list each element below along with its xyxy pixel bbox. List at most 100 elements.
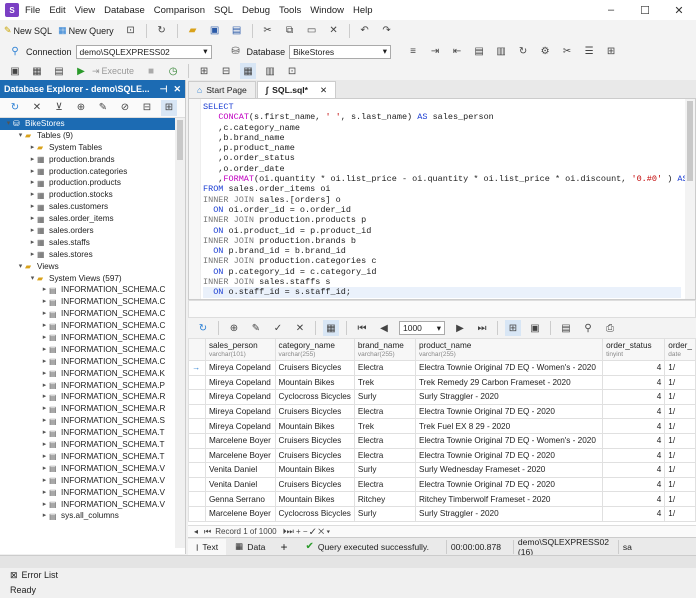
table-cell[interactable]: Mountain Bikes bbox=[274, 418, 355, 434]
table-cell[interactable]: Ritchey Timberwolf Frameset - 2020 bbox=[414, 491, 604, 507]
tree-item-view[interactable]: ▸ ▤ INFORMATION_SCHEMA.R bbox=[0, 391, 185, 403]
table-cell[interactable]: 4 bbox=[602, 491, 666, 507]
table-cell[interactable]: Cruisers Bicycles bbox=[274, 432, 355, 449]
tree-item-view[interactable]: ▸ ▤ INFORMATION_SCHEMA.T bbox=[0, 427, 185, 439]
cancel-icon[interactable]: ✕ bbox=[292, 320, 308, 336]
tree-item-view[interactable]: ▸ ▤ sys.all_columns bbox=[0, 510, 185, 522]
tree-item-view[interactable]: ▸ ▤ INFORMATION_SCHEMA.C bbox=[0, 344, 185, 356]
stop-icon[interactable]: ■ bbox=[143, 63, 159, 79]
tree-item-database[interactable]: ▾ ⛁ BikeStores bbox=[0, 118, 185, 130]
tree-folder-views[interactable]: ▾ ▰ Views bbox=[0, 261, 185, 273]
table-cell[interactable]: Trek Fuel EX 8 29 - 2020 bbox=[414, 418, 604, 434]
chevron-right-icon[interactable]: ▸ bbox=[28, 189, 37, 201]
column-header[interactable]: category_name varchar(255) bbox=[274, 338, 355, 361]
table-cell[interactable]: Venita Daniel bbox=[204, 462, 276, 478]
nav-icons[interactable]: ◂ bbox=[194, 527, 198, 536]
chevron-right-icon[interactable]: ▸ bbox=[40, 332, 49, 344]
undo-icon[interactable]: ↶ bbox=[357, 23, 373, 39]
table-cell[interactable]: 1/ bbox=[664, 491, 696, 507]
table-cell[interactable]: Cyclocross Bicycles bbox=[274, 505, 355, 522]
chevron-right-icon[interactable]: ▸ bbox=[40, 451, 49, 463]
table-cell[interactable]: Marcelene Boyer bbox=[204, 505, 276, 522]
tree-item-table[interactable]: ▸ ▦ production.brands bbox=[0, 154, 185, 166]
table-cell[interactable]: Mountain Bikes bbox=[274, 462, 355, 478]
chevron-right-icon[interactable]: ▸ bbox=[40, 427, 49, 439]
print-icon[interactable]: ⎙ bbox=[602, 320, 618, 336]
tree-item-view[interactable]: ▸ ▤ INFORMATION_SCHEMA.S bbox=[0, 415, 185, 427]
tree-item-table[interactable]: ▸ ▦ sales.customers bbox=[0, 201, 185, 213]
tree-item-table[interactable]: ▸ ▦ production.stocks bbox=[0, 189, 185, 201]
tree-item-view[interactable]: ▸ ▤ INFORMATION_SCHEMA.C bbox=[0, 320, 185, 332]
settings-icon[interactable]: ⚙ bbox=[537, 44, 553, 60]
outdent-icon[interactable]: ⇤ bbox=[449, 44, 465, 60]
next-page-icon[interactable]: ▶ bbox=[452, 320, 468, 336]
chevron-right-icon[interactable]: ▸ bbox=[28, 237, 37, 249]
vertical-scrollbar[interactable] bbox=[175, 118, 185, 548]
table-cell[interactable]: Mireya Copeland bbox=[204, 360, 276, 376]
table-row[interactable]: Mireya Copeland Mountain Bikes Trek Trek Re… bbox=[188, 374, 696, 391]
table-cell[interactable]: Trek bbox=[353, 418, 416, 434]
grid-mode-icon[interactable]: ▦ bbox=[240, 63, 257, 79]
table-cell[interactable]: Electra bbox=[353, 403, 416, 420]
table-cell[interactable]: 4 bbox=[602, 505, 666, 522]
tree-item-view[interactable]: ▸ ▤ INFORMATION_SCHEMA.C bbox=[0, 332, 185, 344]
close-button[interactable]: ✕ bbox=[662, 0, 696, 20]
menu-item[interactable]: Window bbox=[310, 5, 344, 16]
database-select[interactable]: BikeStores ▾ bbox=[289, 44, 392, 59]
chevron-right-icon[interactable]: ▸ bbox=[40, 439, 49, 451]
close-tab-icon[interactable]: ✕ bbox=[320, 85, 327, 96]
sql-editor[interactable]: SELECT CONCAT(s.first_name, ' ', s.last_… bbox=[188, 98, 696, 300]
export-icon[interactable]: ▤ bbox=[558, 320, 574, 336]
table-cell[interactable]: 4 bbox=[602, 447, 666, 464]
format-icon[interactable]: ≡ bbox=[405, 44, 421, 60]
tree-item-view[interactable]: ▸ ▤ INFORMATION_SCHEMA.R bbox=[0, 403, 185, 415]
table-cell[interactable]: 1/ bbox=[664, 360, 696, 376]
layout-alt-icon[interactable]: ▦ bbox=[29, 63, 45, 79]
table-cell[interactable]: 1/ bbox=[664, 403, 696, 420]
chevron-right-icon[interactable]: ▸ bbox=[28, 249, 37, 261]
code-line[interactable]: ,c.category_name bbox=[203, 123, 681, 133]
table-cell[interactable]: Mireya Copeland bbox=[204, 418, 276, 434]
export-icon[interactable]: ⊡ bbox=[284, 63, 300, 79]
chevron-right-icon[interactable]: ▸ bbox=[40, 499, 49, 511]
table-cell[interactable]: Cruisers Bicycles bbox=[274, 403, 355, 420]
uncomment-icon[interactable]: ▥ bbox=[493, 44, 509, 60]
table-cell[interactable]: Electra bbox=[353, 447, 416, 464]
table-cell[interactable]: Mireya Copeland bbox=[204, 374, 276, 391]
table-cell[interactable]: Genna Serrano bbox=[204, 491, 276, 507]
code-line[interactable]: INNER JOIN production.products p bbox=[203, 215, 681, 225]
collapse-icon[interactable]: ⊟ bbox=[139, 100, 155, 116]
menu-item[interactable]: Edit bbox=[49, 5, 65, 16]
save-icon[interactable]: ▣ bbox=[207, 23, 223, 39]
first-page-icon[interactable]: ⏮ bbox=[354, 320, 370, 336]
disconnect-icon[interactable]: ⊘ bbox=[117, 100, 133, 116]
chevron-right-icon[interactable]: ▸ bbox=[28, 154, 37, 166]
table-cell[interactable]: Mireya Copeland bbox=[204, 389, 276, 405]
tree-item-view[interactable]: ▸ ▤ INFORMATION_SCHEMA.C bbox=[0, 308, 185, 320]
table-cell[interactable]: Cruisers Bicycles bbox=[274, 476, 355, 493]
tree-item-view[interactable]: ▸ ▤ INFORMATION_SCHEMA.V bbox=[0, 475, 185, 487]
refresh-object-icon[interactable]: ↻ bbox=[154, 23, 170, 39]
close-panel-icon[interactable]: ✕ bbox=[173, 84, 181, 95]
copy-icon[interactable]: ⧉ bbox=[282, 23, 298, 39]
table-cell[interactable]: Cruisers Bicycles bbox=[274, 447, 355, 464]
list-icon[interactable]: ☰ bbox=[581, 44, 597, 60]
chevron-right-icon[interactable]: ▸ bbox=[40, 487, 49, 499]
table-cell[interactable]: Mireya Copeland bbox=[204, 403, 276, 420]
tree-item-table[interactable]: ▸ ▦ sales.order_items bbox=[0, 213, 185, 225]
table-row[interactable]: Marcelene Boyer Cyclocross Bicycles Surly S… bbox=[188, 505, 696, 522]
tree-item-table[interactable]: ▸ ▦ sales.orders bbox=[0, 225, 185, 237]
chevron-right-icon[interactable]: ▸ bbox=[28, 201, 37, 213]
tree-item-view[interactable]: ▸ ▤ INFORMATION_SCHEMA.V bbox=[0, 487, 185, 499]
delete-icon[interactable]: ✕ bbox=[326, 23, 342, 39]
code-line[interactable]: ON oi.order_id = o.order_id bbox=[203, 205, 681, 215]
add-tab-button[interactable]: + bbox=[280, 540, 287, 554]
menu-item[interactable]: Help bbox=[353, 5, 373, 16]
menu-item[interactable]: View bbox=[75, 5, 95, 16]
table-cell[interactable]: 1/ bbox=[664, 418, 696, 434]
editor-scrollbar[interactable] bbox=[685, 99, 695, 299]
first-record-icon[interactable]: ⏮ bbox=[204, 527, 211, 537]
apply-icon[interactable]: ✓ bbox=[270, 320, 286, 336]
table-row[interactable]: → Mireya Copeland Cruisers Bicycles Electra… bbox=[188, 360, 696, 376]
maximize-button[interactable]: ☐ bbox=[628, 0, 662, 20]
